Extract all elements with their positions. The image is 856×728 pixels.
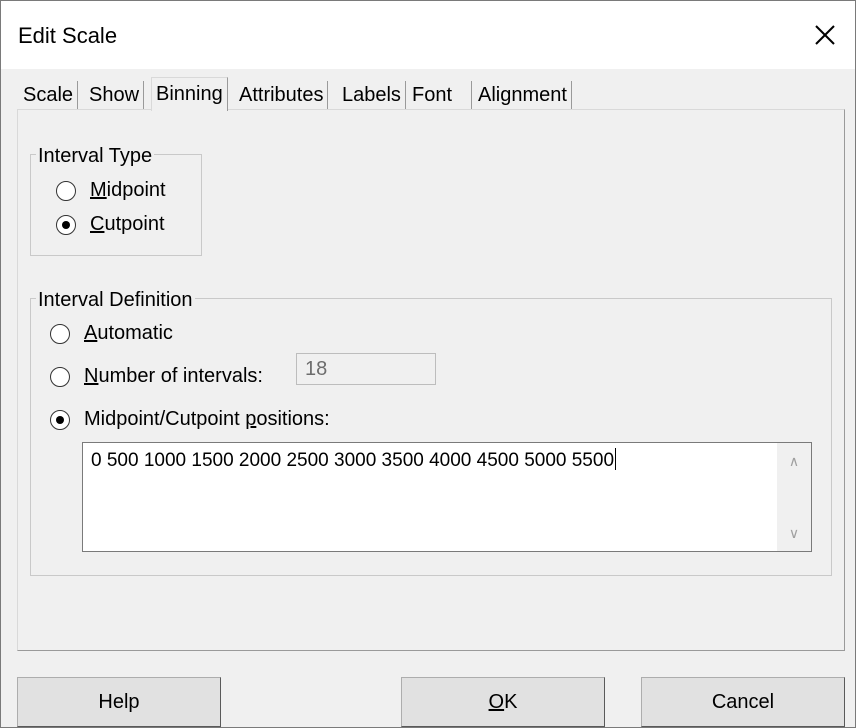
tab-alignment[interactable]: Alignment <box>474 81 572 111</box>
automatic-radio-button[interactable] <box>50 323 70 344</box>
number-of-intervals-radio[interactable]: Number of intervals: <box>50 365 263 388</box>
interval-type-label: Interval Type <box>36 145 155 168</box>
automatic-radio[interactable]: Automatic <box>50 322 173 345</box>
tab-attributes[interactable]: Attributes <box>235 81 329 111</box>
window-title: Edit Scale <box>18 23 118 48</box>
tab-strip: Scale Show Binning Attributes Labels Fon… <box>19 77 839 111</box>
midpoint-radio-button[interactable] <box>56 180 76 201</box>
interval-type-group <box>30 154 202 256</box>
number-of-intervals-label: Number of intervals: <box>84 365 263 387</box>
number-of-intervals-input[interactable]: 18 <box>296 353 436 385</box>
scroll-up-icon[interactable]: ∧ <box>777 447 811 475</box>
tab-labels[interactable]: Labels <box>338 81 406 111</box>
midpoint-label: Midpoint <box>90 179 166 201</box>
vertical-scrollbar[interactable]: ∧ ∨ <box>777 443 811 551</box>
number-of-intervals-radio-button[interactable] <box>50 366 70 387</box>
text-caret <box>615 448 617 470</box>
midpoint-radio[interactable]: Midpoint <box>56 179 166 202</box>
tab-binning[interactable]: Binning <box>151 77 228 111</box>
title-bar: Edit Scale <box>1 1 855 69</box>
tab-font[interactable]: Font <box>408 81 472 111</box>
binning-panel: Interval Type Midpoint Cutpoint Interval… <box>17 109 845 651</box>
cutpoint-radio[interactable]: Cutpoint <box>56 213 165 236</box>
positions-textarea[interactable]: 0 500 1000 1500 2000 2500 3000 3500 4000… <box>82 442 812 552</box>
cutpoint-radio-button[interactable] <box>56 214 76 235</box>
cancel-button[interactable]: Cancel <box>641 677 845 727</box>
positions-radio[interactable]: Midpoint/Cutpoint positions: <box>50 408 330 431</box>
scroll-down-icon[interactable]: ∨ <box>777 519 811 547</box>
positions-value: 0 500 1000 1500 2000 2500 3000 3500 4000… <box>91 450 615 471</box>
positions-label: Midpoint/Cutpoint positions: <box>84 408 330 430</box>
close-icon <box>815 25 835 45</box>
interval-definition-label: Interval Definition <box>36 289 195 312</box>
ok-button[interactable]: OK <box>401 677 605 727</box>
tab-scale[interactable]: Scale <box>19 81 79 111</box>
close-button[interactable] <box>805 15 845 55</box>
tab-show[interactable]: Show <box>85 81 145 111</box>
positions-radio-button[interactable] <box>50 409 70 430</box>
cutpoint-label: Cutpoint <box>90 213 165 235</box>
automatic-label: Automatic <box>84 322 173 344</box>
help-button[interactable]: Help <box>17 677 221 727</box>
edit-scale-dialog: Edit Scale Scale Show Binning Attributes… <box>0 0 856 728</box>
